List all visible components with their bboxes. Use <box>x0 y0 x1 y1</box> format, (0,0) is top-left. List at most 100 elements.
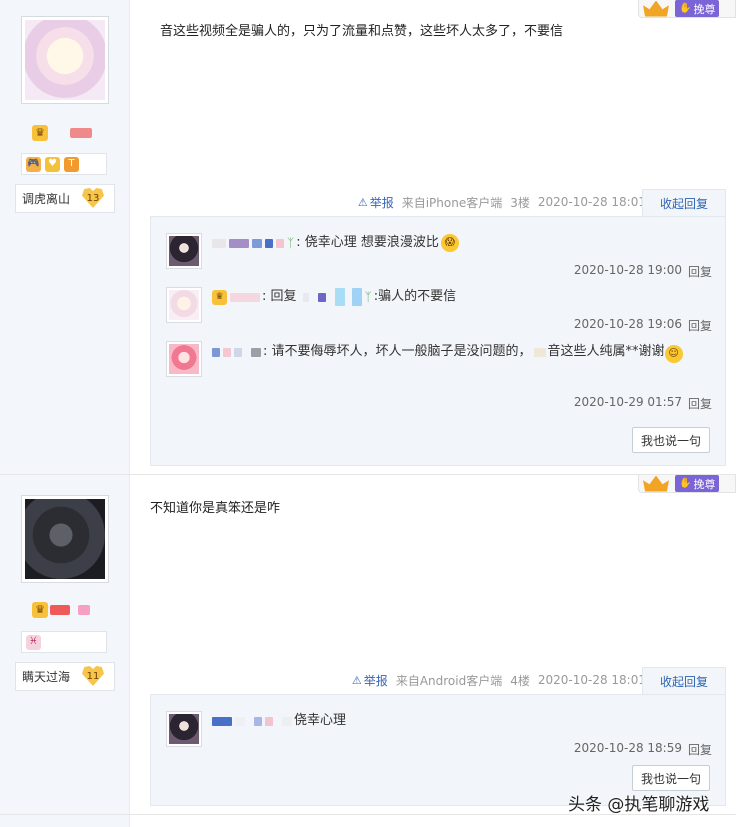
honor-icons: 🎮 ♥ T <box>21 153 107 175</box>
reply-text: : 请不要侮辱坏人，坏人一般脑子是没问题的， <box>263 344 532 359</box>
reply-button[interactable]: 回复 <box>688 741 712 758</box>
name-blur <box>334 288 345 306</box>
name-blur <box>276 238 284 248</box>
name-blur <box>235 716 245 726</box>
reply-body: : 请不要侮辱坏人，坏人一般脑子是没问题的， 音这些人纯属**谢谢 ☺ <box>212 341 712 363</box>
add-reply-label: 我也说一句 <box>640 433 701 448</box>
reply-body: 侥幸心理 <box>212 711 712 731</box>
next-post-sidebar <box>0 815 130 827</box>
user-sidebar: ♛ ♓ 瞒天过海 11 <box>0 475 130 814</box>
support-button[interactable]: ✋ 挽尊 <box>675 475 720 492</box>
honor-icons: ♓ <box>21 631 107 653</box>
reply-button[interactable]: 回复 <box>688 263 712 280</box>
user-sidebar: ♛ 🎮 ♥ T 调虎离山 13 <box>0 0 130 474</box>
name-blur <box>230 292 260 302</box>
reply-button[interactable]: 回复 <box>688 395 712 412</box>
avatar-image <box>25 20 105 100</box>
name-blur <box>252 238 262 248</box>
reply-username[interactable]: ᛉ <box>212 233 294 253</box>
collapse-replies-tab[interactable]: 收起回复 <box>642 189 726 217</box>
reply-text: : 回复 <box>262 289 297 304</box>
scared-emoji-icon: 😱 <box>440 234 459 252</box>
source-text: 来自Android客户端 <box>395 673 503 688</box>
reply-username[interactable] <box>212 716 292 726</box>
reply-item: ♛ : 回复 ᛉ :骗人的不要信 2020-10-28 19:06 回复 <box>166 287 712 335</box>
reply-avatar-image <box>169 290 199 320</box>
name-blur <box>212 238 226 248</box>
level-heart-icon: 13 <box>82 188 104 208</box>
report-link[interactable]: ⚠ 举报 <box>358 194 394 211</box>
reply-avatar-image <box>169 344 199 374</box>
game-icon[interactable]: 🎮 <box>26 156 41 172</box>
support-button[interactable]: ✋ 挽尊 <box>675 0 720 17</box>
post-content: 不知道你是真笨还是咋 <box>150 499 280 519</box>
level-number: 11 <box>86 670 100 682</box>
user-badges: ♛ <box>32 125 92 141</box>
level-name: 调虎离山 <box>22 192 71 206</box>
user-badges: ♛ <box>32 602 90 618</box>
name-blur <box>282 716 292 726</box>
reply-meta: 2020-10-29 01:57 回复 <box>574 395 712 412</box>
name-blur <box>223 347 231 357</box>
reply-target-username[interactable]: ᛉ <box>302 287 372 307</box>
crown-icon[interactable] <box>643 475 669 492</box>
next-post-edge <box>0 814 736 827</box>
crown-icon[interactable] <box>643 0 669 17</box>
username-blurred[interactable] <box>78 605 90 615</box>
reply-avatar[interactable] <box>166 233 202 269</box>
reply-button[interactable]: 回复 <box>688 317 712 334</box>
member-level-icon[interactable]: ♛ <box>32 125 48 141</box>
heart-medal-icon[interactable]: ♥ <box>45 156 60 172</box>
username-blurred[interactable] <box>50 605 70 615</box>
name-blur <box>317 292 326 302</box>
level-name: 瞒天过海 <box>22 670 71 684</box>
name-blur <box>251 347 261 357</box>
post-text: 不知道你是真笨还是咋 <box>150 501 281 516</box>
add-reply-button[interactable]: 我也说一句 <box>632 427 710 453</box>
floor-number: 4楼 <box>510 673 530 688</box>
reply-avatar-image <box>169 714 199 744</box>
pisces-icon[interactable]: ♓ <box>26 634 41 650</box>
member-level-icon[interactable]: ♛ <box>32 602 48 618</box>
name-blur <box>229 238 249 248</box>
post-floor-3: ♛ 🎮 ♥ T 调虎离山 13 ✋ 挽尊 音这些视频全是骗人的，只为了流量和点赞… <box>0 0 736 474</box>
level-badge[interactable]: 瞒天过海 11 <box>15 662 115 691</box>
post-floor-4: ♛ ♓ 瞒天过海 11 ✋ 挽尊 不知道你是真笨还是咋 ⚠ 举报 来自Andro… <box>0 474 736 814</box>
level-heart-icon: 11 <box>82 666 104 686</box>
reply-meta: 2020-10-28 19:06 回复 <box>574 317 712 334</box>
post-text: 音这些视频全是骗人的，只为了流量和点赞，这些坏人太多了，不要信 <box>160 24 564 39</box>
support-label: 挽尊 <box>693 477 716 491</box>
collapse-label: 收起回复 <box>659 675 708 689</box>
reply-item: : 请不要侮辱坏人，坏人一般脑子是没问题的， 音这些人纯属**谢谢 ☺ 2020… <box>166 341 712 411</box>
reply-item: ᛉ : 侥幸心理 想要浪漫波比 😱 2020-10-28 19:00 回复 <box>166 233 712 281</box>
member-level-icon: ♛ <box>212 289 227 305</box>
report-link[interactable]: ⚠ 举报 <box>352 672 388 689</box>
reply-username[interactable]: ♛ <box>212 289 260 305</box>
reply-list: ᛉ : 侥幸心理 想要浪漫波比 😱 2020-10-28 19:00 回复 ♛ … <box>150 216 726 466</box>
reply-avatar[interactable] <box>166 341 202 377</box>
user-avatar[interactable] <box>21 16 109 104</box>
sprout-icon: ᛉ <box>364 290 372 304</box>
reply-avatar[interactable] <box>166 711 202 747</box>
warning-icon: ⚠ <box>351 673 362 687</box>
user-avatar[interactable] <box>21 495 109 583</box>
name-blur <box>254 716 262 726</box>
source-text: 来自iPhone客户端 <box>401 195 503 210</box>
avatar-image <box>25 499 105 579</box>
hand-icon: ✋ <box>679 478 692 489</box>
post-time: 2020-10-28 18:01 <box>537 673 646 687</box>
reply-avatar[interactable] <box>166 287 202 323</box>
name-blur <box>265 716 273 726</box>
t-badge-icon[interactable]: T <box>64 156 79 172</box>
collapse-replies-tab[interactable]: 收起回复 <box>642 667 726 695</box>
reply-body: ♛ : 回复 ᛉ :骗人的不要信 <box>212 287 712 307</box>
collapse-label: 收起回复 <box>659 197 708 211</box>
reply-meta: 2020-10-28 19:00 回复 <box>574 263 712 280</box>
level-badge[interactable]: 调虎离山 13 <box>15 184 115 213</box>
username-blurred[interactable] <box>70 128 92 138</box>
add-reply-button[interactable]: 我也说一句 <box>632 765 710 791</box>
post-toolbar: ✋ 挽尊 <box>638 475 736 493</box>
post-toolbar: ✋ 挽尊 <box>638 0 736 18</box>
reply-text-tail: :骗人的不要信 <box>373 289 457 304</box>
reply-username[interactable] <box>212 347 261 357</box>
